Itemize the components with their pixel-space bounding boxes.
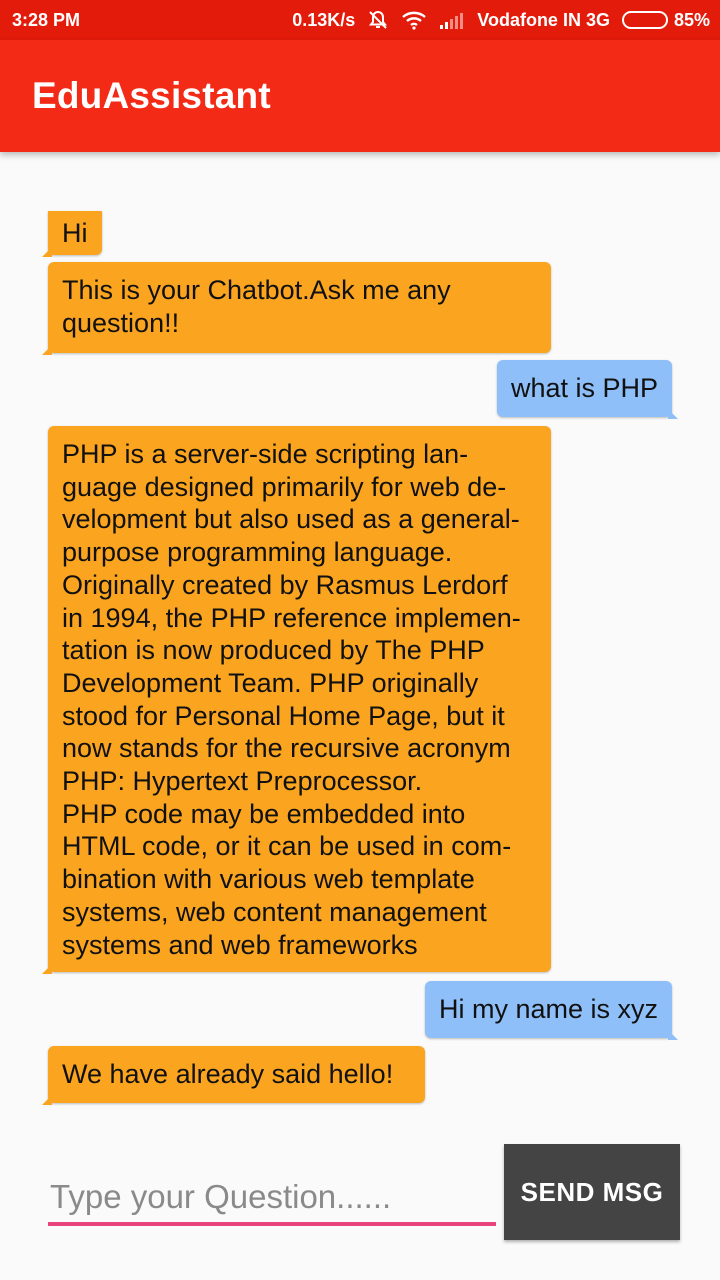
message-line: question!!	[62, 307, 180, 338]
message-line: Hi my name is xyz	[439, 994, 659, 1024]
bot-message: We have already said hello!	[42, 1046, 425, 1105]
battery-percent: 85%	[673, 9, 710, 30]
message-list[interactable]: Hi This is your Chatbot.Ask me any quest…	[0, 152, 720, 1132]
wifi-icon	[401, 10, 427, 30]
status-time: 3:28 PM	[12, 9, 81, 30]
message-line: systems and web frameworks	[62, 929, 418, 960]
message-line: PHP code may be embedded into	[62, 798, 466, 829]
message-line: stood for Personal Home Page, but it	[62, 700, 505, 731]
app-title: EduAssistant	[32, 75, 271, 116]
status-right: 0.13K/s Vodafone IN 3G 85%	[292, 9, 710, 31]
message-line: now stands for the recursive acronym	[62, 733, 511, 764]
message-line: what is PHP	[511, 373, 659, 403]
message-line: HTML code, or it can be used in com-	[62, 831, 512, 862]
message-line: PHP: Hypertext Preprocessor.	[62, 766, 423, 797]
message-line: bination with various web template	[62, 864, 475, 895]
message-line: guage designed primarily for web de-	[62, 471, 507, 502]
bot-message: This is your Chatbot.Ask me any question…	[42, 262, 551, 355]
user-message: Hi my name is xyz	[425, 981, 678, 1040]
battery-icon	[621, 11, 668, 29]
carrier-name: Vodafone IN 3G	[477, 9, 610, 30]
message-line: PHP is a server-side scripting lan-	[62, 439, 469, 469]
signal-icon	[439, 11, 465, 29]
send-message-button[interactable]: SEND MSG	[504, 1144, 680, 1240]
bot-message: PHP is a server-side scripting lan- guag…	[42, 426, 551, 974]
message-line: We have already said hello!	[62, 1059, 394, 1089]
message-line: This is your Chatbot.Ask me any	[62, 275, 451, 305]
network-speed: 0.13K/s	[292, 9, 356, 30]
message-line: purpose programming language.	[62, 537, 453, 568]
message-line: systems, web content management	[62, 896, 487, 927]
message-line: tation is now produced by The PHP	[62, 635, 485, 666]
user-message: what is PHP	[497, 360, 678, 419]
mute-icon	[367, 9, 389, 31]
message-line: Hi	[62, 218, 88, 248]
battery-indicator: 85%	[621, 9, 710, 31]
question-input[interactable]	[48, 1172, 496, 1222]
message-line: Development Team. PHP originally	[62, 667, 479, 698]
input-underline	[48, 1222, 496, 1226]
status-bar: 3:28 PM 0.13K/s Vodafone IN 3G 85%	[0, 0, 720, 40]
message-line: in 1994, the PHP reference implemen-	[62, 602, 521, 633]
app-bar: EduAssistant	[0, 40, 720, 152]
question-input-wrapper	[48, 1172, 496, 1226]
bot-message: Hi	[42, 211, 102, 257]
message-line: velopment but also used as a general-	[62, 504, 520, 535]
message-line: Originally created by Rasmus Lerdorf	[62, 569, 508, 600]
